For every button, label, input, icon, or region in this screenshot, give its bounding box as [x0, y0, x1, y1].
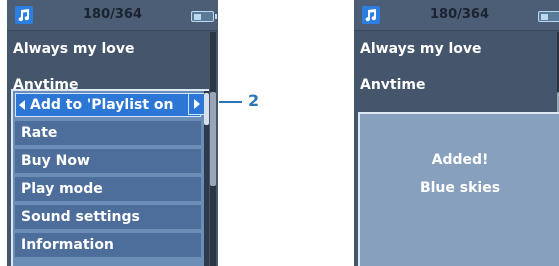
status-bar: 180/364: [354, 0, 559, 31]
menu-item-sound-settings[interactable]: Sound settings: [15, 205, 201, 229]
list-item[interactable]: Always my love: [7, 37, 207, 62]
options-menu: Add to 'Playlist on Rate Buy Now Play mo…: [11, 89, 209, 266]
callout-number: 2: [248, 91, 260, 110]
callout-line: [219, 101, 242, 103]
list-scrollbar-thumb[interactable]: [210, 92, 216, 186]
menu-item-add-to-playlist[interactable]: Add to 'Playlist on: [15, 93, 201, 117]
list-item[interactable]: Always my love: [354, 37, 554, 62]
battery-icon: [191, 11, 217, 22]
track-counter: 180/364: [82, 7, 143, 22]
battery-icon: [538, 11, 559, 22]
menu-item-information[interactable]: Information: [15, 233, 201, 257]
menu-item-play-mode[interactable]: Play mode: [15, 177, 201, 201]
list-item[interactable]: Anytime: [7, 73, 207, 89]
confirmation-dialog: Added! Blue skies: [358, 112, 559, 266]
list-item[interactable]: Anytime: [354, 73, 554, 89]
menu-scrollbar-thumb[interactable]: [204, 93, 209, 125]
menu-item-buy-now[interactable]: Buy Now: [15, 149, 201, 173]
status-bar: 180/364: [7, 0, 218, 31]
menu-item-label: Add to 'Playlist on: [30, 97, 174, 113]
list-scrollbar[interactable]: [210, 32, 216, 266]
menu-item-rate[interactable]: Rate: [15, 121, 201, 145]
confirmation-track-name: Blue skies: [419, 180, 501, 196]
player-screen-menu: 180/364 Always my love Anytime Add to 'P…: [7, 0, 218, 266]
player-screen-confirmation: 180/364 Always my love Anytime Added! Bl…: [354, 0, 559, 266]
confirmation-title: Added!: [431, 152, 489, 168]
track-counter: 180/364: [429, 7, 490, 22]
menu-scrollbar[interactable]: [204, 91, 209, 266]
arrow-left-icon[interactable]: [19, 100, 25, 110]
